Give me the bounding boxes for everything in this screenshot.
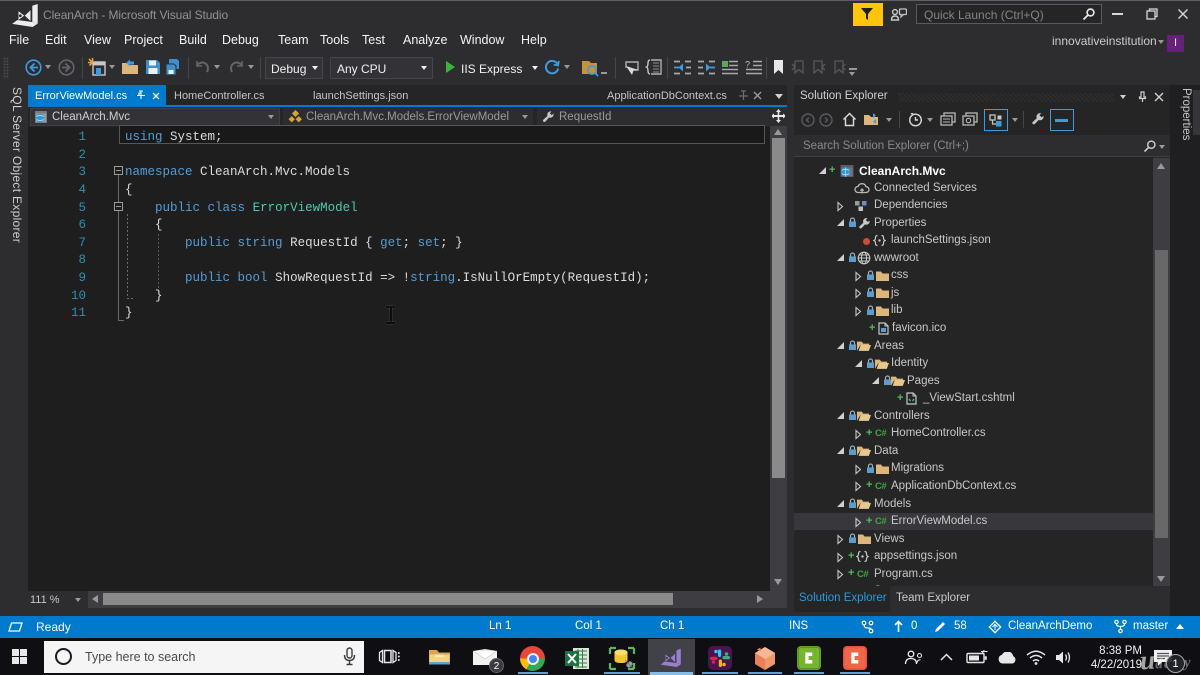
svg-text:?: ? xyxy=(745,60,750,70)
